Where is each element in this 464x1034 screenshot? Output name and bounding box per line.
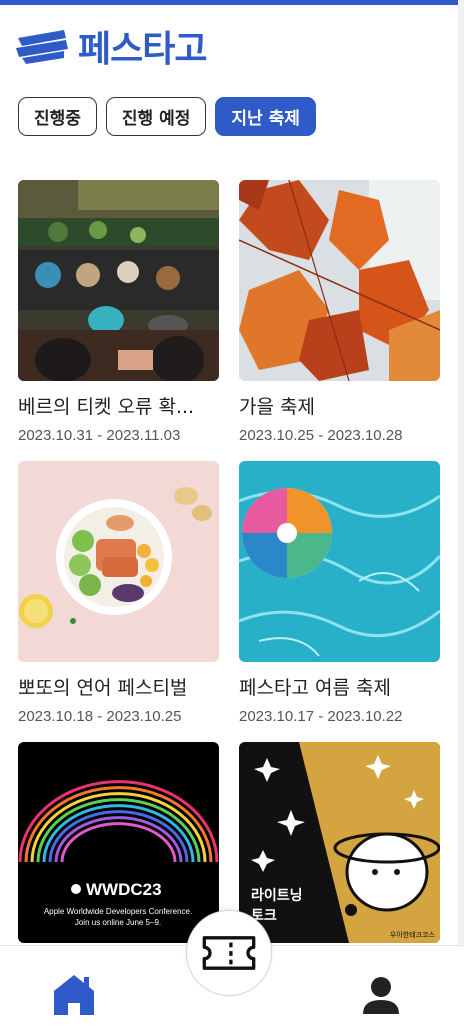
wwdc-poster-sub1: Apple Worldwide Developers Conference. xyxy=(44,907,192,916)
festival-title: 페스타고 여름 축제 xyxy=(239,677,391,699)
ticket-button[interactable] xyxy=(186,910,272,996)
ticket-icon xyxy=(202,936,256,970)
top-accent-bar xyxy=(0,0,464,5)
logo-icon xyxy=(14,24,70,68)
profile-icon[interactable] xyxy=(362,976,400,1016)
festival-title: 베르의 티켓 오류 확... xyxy=(18,396,195,418)
festival-thumbnail[interactable]: 라이트닝 토크 우아한테크코스 xyxy=(239,742,440,943)
app-header: 페스타고 xyxy=(14,18,207,74)
scrollbar-track[interactable] xyxy=(458,0,464,945)
festival-dates: 2023.10.18 - 2023.10.25 xyxy=(18,708,182,725)
festival-card[interactable]: 가을 축제 2023.10.25 - 2023.10.28 xyxy=(239,180,440,461)
festival-grid: 베르의 티켓 오류 확... 2023.10.31 - 2023.11.03 가… xyxy=(18,180,440,1023)
lightning-poster-brand: 우아한테크코스 xyxy=(390,930,436,939)
festival-thumbnail[interactable] xyxy=(239,180,440,381)
festival-title: 뽀또의 연어 페스티벌 xyxy=(18,677,188,699)
festival-thumbnail[interactable] xyxy=(18,461,219,662)
festival-thumbnail[interactable] xyxy=(18,180,219,381)
lightning-poster-line1: 라이트닝 xyxy=(251,887,303,904)
filter-chip-upcoming[interactable]: 진행 예정 xyxy=(105,97,207,136)
wwdc-poster-title: WWDC23 xyxy=(86,880,162,899)
festival-card[interactable]: 베르의 티켓 오류 확... 2023.10.31 - 2023.11.03 xyxy=(18,180,219,461)
festival-dates: 2023.10.25 - 2023.10.28 xyxy=(239,427,403,444)
home-icon[interactable] xyxy=(52,973,96,1017)
festival-card[interactable]: 페스타고 여름 축제 2023.10.17 - 2023.10.22 xyxy=(239,461,440,742)
app-logo-text: 페스타고 xyxy=(78,29,207,70)
filter-chips: 진행중 진행 예정 지난 축제 xyxy=(18,97,316,136)
festival-dates: 2023.10.17 - 2023.10.22 xyxy=(239,708,403,725)
festival-dates: 2023.10.31 - 2023.11.03 xyxy=(18,427,181,444)
filter-chip-past[interactable]: 지난 축제 xyxy=(215,97,316,136)
festival-title: 가을 축제 xyxy=(239,396,315,418)
festival-thumbnail[interactable] xyxy=(239,461,440,662)
festival-thumbnail[interactable]: WWDC23 Apple Worldwide Developers Confer… xyxy=(18,742,219,943)
wwdc-poster-sub2: Join us online June 5–9. xyxy=(75,918,161,927)
festival-card[interactable]: 뽀또의 연어 페스티벌 2023.10.18 - 2023.10.25 xyxy=(18,461,219,742)
filter-chip-ongoing[interactable]: 진행중 xyxy=(18,97,97,136)
